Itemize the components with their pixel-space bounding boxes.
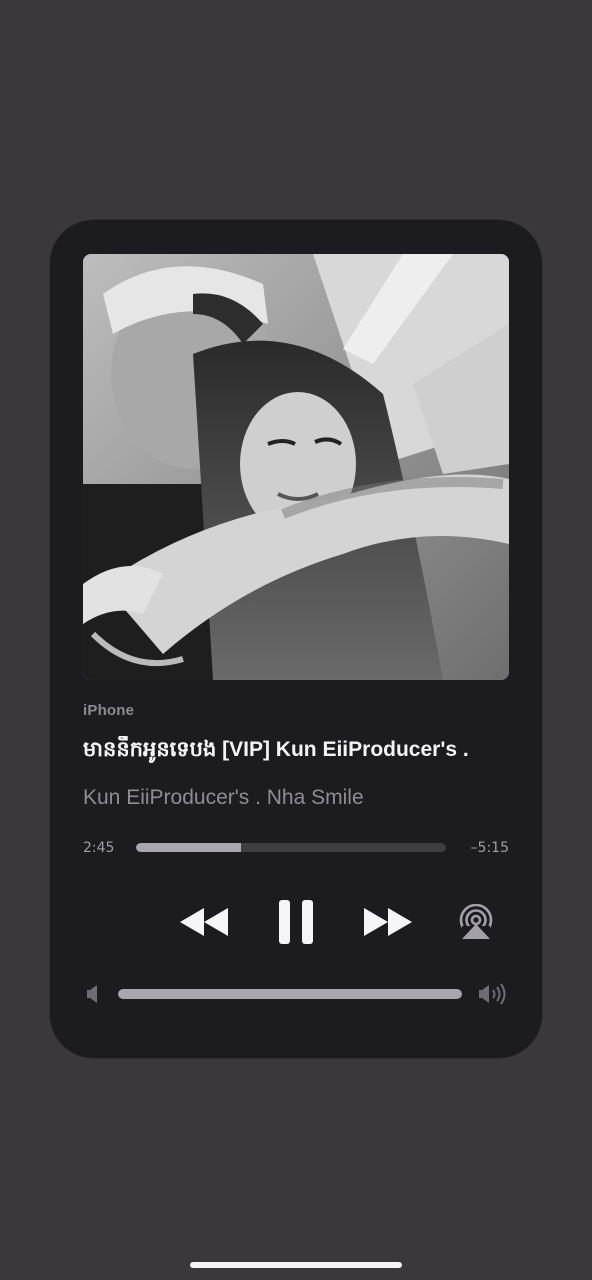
- track-title[interactable]: មាននឹកអូនទេបង [VIP] Kun EiiProducer's .: [83, 736, 523, 767]
- album-artwork-image: [83, 254, 509, 680]
- rewind-button[interactable]: [176, 900, 232, 944]
- now-playing-card: iPhone មាននឹកអូនទេបង [VIP] Kun EiiProduc…: [50, 220, 542, 1058]
- playback-progress-fill: [136, 843, 242, 852]
- playback-scrubber[interactable]: [136, 843, 446, 852]
- speaker-low-icon: [87, 985, 97, 1003]
- album-artwork[interactable]: [83, 254, 509, 680]
- track-artist[interactable]: Kun EiiProducer's . Nha Smile: [83, 786, 523, 810]
- forward-button[interactable]: [360, 900, 416, 944]
- volume-slider[interactable]: [118, 989, 462, 999]
- remaining-time: –5:15: [470, 840, 509, 856]
- speaker-wave-icon: [479, 983, 506, 1005]
- playback-source-label: iPhone: [83, 702, 135, 719]
- airplay-audio-icon: [459, 904, 493, 940]
- airplay-button[interactable]: [455, 902, 497, 942]
- pause-fill-icon: [279, 900, 313, 944]
- backward-fill-icon: [180, 908, 228, 936]
- home-indicator[interactable]: [190, 1262, 402, 1268]
- volume-min-indicator: [84, 984, 102, 1004]
- volume-max-indicator: [478, 983, 510, 1005]
- lock-screen: iPhone មាននឹកអូនទេបង [VIP] Kun EiiProduc…: [0, 0, 592, 1280]
- volume-slider-fill: [118, 989, 462, 999]
- elapsed-time: 2:45: [83, 840, 115, 856]
- pause-button[interactable]: [272, 896, 320, 948]
- forward-fill-icon: [364, 908, 412, 936]
